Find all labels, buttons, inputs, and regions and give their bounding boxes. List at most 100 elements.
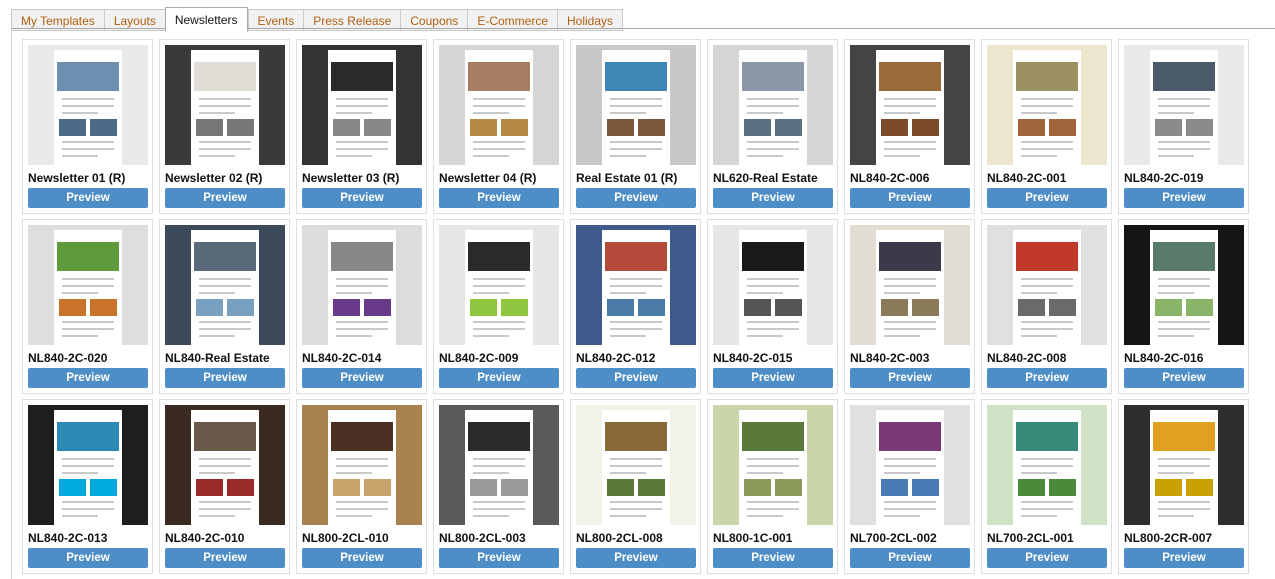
template-name: Newsletter 02 (R) xyxy=(165,171,263,185)
thumbnail-text-line xyxy=(335,97,389,100)
preview-button[interactable]: Preview xyxy=(165,548,285,568)
template-thumbnail[interactable] xyxy=(28,225,148,345)
template-thumbnail[interactable] xyxy=(713,45,833,165)
thumbnail-hero-image xyxy=(741,421,805,451)
preview-button[interactable]: Preview xyxy=(28,368,148,388)
template-thumbnail[interactable] xyxy=(28,405,148,525)
preview-button[interactable]: Preview xyxy=(987,188,1107,208)
thumbnail-text-line xyxy=(1157,321,1211,323)
thumbnail-text-line xyxy=(746,457,800,460)
thumbnail-text-line xyxy=(335,335,372,338)
template-thumbnail[interactable] xyxy=(576,45,696,165)
preview-button[interactable]: Preview xyxy=(1124,548,1244,568)
thumbnail-text-line xyxy=(472,292,509,295)
thumbnail-text-line xyxy=(883,501,937,503)
template-thumbnail[interactable] xyxy=(302,225,422,345)
template-name: Newsletter 03 (R) xyxy=(302,171,400,185)
preview-button[interactable]: Preview xyxy=(713,188,833,208)
template-thumbnail[interactable] xyxy=(576,225,696,345)
preview-button[interactable]: Preview xyxy=(987,548,1107,568)
thumbnail-text-line xyxy=(746,155,783,158)
template-name: Newsletter 04 (R) xyxy=(439,171,537,185)
template-name: NL700-2CL-002 xyxy=(850,531,937,545)
thumbnail-image-block xyxy=(638,119,665,137)
preview-button[interactable]: Preview xyxy=(1124,188,1244,208)
template-thumbnail[interactable] xyxy=(987,405,1107,525)
thumbnail-image-block xyxy=(90,479,117,497)
template-thumbnail[interactable] xyxy=(576,405,696,525)
preview-button[interactable]: Preview xyxy=(28,188,148,208)
preview-button[interactable]: Preview xyxy=(987,368,1107,388)
preview-button[interactable]: Preview xyxy=(850,548,970,568)
template-thumbnail[interactable] xyxy=(850,405,970,525)
template-thumbnail[interactable] xyxy=(850,225,970,345)
template-thumbnail[interactable] xyxy=(302,405,422,525)
template-thumbnail[interactable] xyxy=(1124,405,1244,525)
preview-button[interactable]: Preview xyxy=(165,188,285,208)
preview-button[interactable]: Preview xyxy=(28,548,148,568)
tab-newsletters[interactable]: Newsletters xyxy=(164,7,248,32)
template-thumbnail[interactable] xyxy=(850,45,970,165)
thumbnail-text-line xyxy=(472,141,526,143)
thumbnail-image-block xyxy=(912,119,939,137)
preview-button[interactable]: Preview xyxy=(439,368,559,388)
thumbnail-text-line xyxy=(472,97,526,100)
template-thumbnail[interactable] xyxy=(439,405,559,525)
template-thumbnail[interactable] xyxy=(1124,45,1244,165)
thumbnail-text-line xyxy=(609,148,663,151)
thumbnail-text-line xyxy=(609,105,663,107)
thumbnail-text-line xyxy=(1020,97,1074,100)
template-thumbnail[interactable] xyxy=(713,225,833,345)
thumbnail-text-line xyxy=(883,335,920,338)
template-thumbnail[interactable] xyxy=(987,225,1107,345)
thumbnail-text-line xyxy=(1157,97,1211,100)
template-name: NL840-2C-009 xyxy=(439,351,519,365)
template-thumbnail[interactable] xyxy=(28,45,148,165)
template-card: NL840-2C-012 Preview xyxy=(570,219,701,394)
preview-button[interactable]: Preview xyxy=(850,188,970,208)
preview-button[interactable]: Preview xyxy=(1124,368,1244,388)
preview-button[interactable]: Preview xyxy=(439,188,559,208)
thumbnail-text-line xyxy=(883,141,937,143)
template-thumbnail[interactable] xyxy=(165,405,285,525)
template-thumbnail[interactable] xyxy=(439,225,559,345)
thumbnail-text-line xyxy=(472,465,526,467)
thumbnail-text-line xyxy=(472,112,509,115)
template-thumbnail[interactable] xyxy=(165,225,285,345)
thumbnail-image-block xyxy=(501,299,528,317)
thumbnail-text-line xyxy=(61,112,98,115)
template-thumbnail[interactable] xyxy=(302,45,422,165)
thumbnail-text-line xyxy=(746,465,800,467)
preview-button[interactable]: Preview xyxy=(439,548,559,568)
preview-button[interactable]: Preview xyxy=(302,548,422,568)
thumbnail-image-block xyxy=(1049,119,1076,137)
preview-button[interactable]: Preview xyxy=(713,548,833,568)
thumbnail-text-line xyxy=(1157,105,1211,107)
template-name: NL840-2C-016 xyxy=(1124,351,1204,365)
thumbnail-hero-image xyxy=(467,421,531,451)
template-thumbnail[interactable] xyxy=(439,45,559,165)
preview-button[interactable]: Preview xyxy=(165,368,285,388)
template-thumbnail[interactable] xyxy=(713,405,833,525)
preview-button[interactable]: Preview xyxy=(302,368,422,388)
template-thumbnail[interactable] xyxy=(987,45,1107,165)
preview-button[interactable]: Preview xyxy=(302,188,422,208)
thumbnail-text-line xyxy=(472,472,509,475)
preview-button[interactable]: Preview xyxy=(576,188,696,208)
template-card: NL700-2CL-001 Preview xyxy=(981,399,1112,574)
preview-button[interactable]: Preview xyxy=(576,368,696,388)
template-name: Real Estate 01 (R) xyxy=(576,171,678,185)
thumbnail-image-block xyxy=(90,299,117,317)
template-name: NL840-2C-012 xyxy=(576,351,656,365)
thumbnail-text-line xyxy=(1157,141,1211,143)
thumbnail-text-line xyxy=(1020,321,1074,323)
template-thumbnail[interactable] xyxy=(165,45,285,165)
template-card: NL620-Real Estate Preview xyxy=(707,39,838,214)
thumbnail-image-block xyxy=(470,119,497,137)
preview-button[interactable]: Preview xyxy=(713,368,833,388)
template-thumbnail[interactable] xyxy=(1124,225,1244,345)
template-name: NL840-2C-006 xyxy=(850,171,930,185)
preview-button[interactable]: Preview xyxy=(850,368,970,388)
thumbnail-hero-image xyxy=(467,61,531,91)
preview-button[interactable]: Preview xyxy=(576,548,696,568)
